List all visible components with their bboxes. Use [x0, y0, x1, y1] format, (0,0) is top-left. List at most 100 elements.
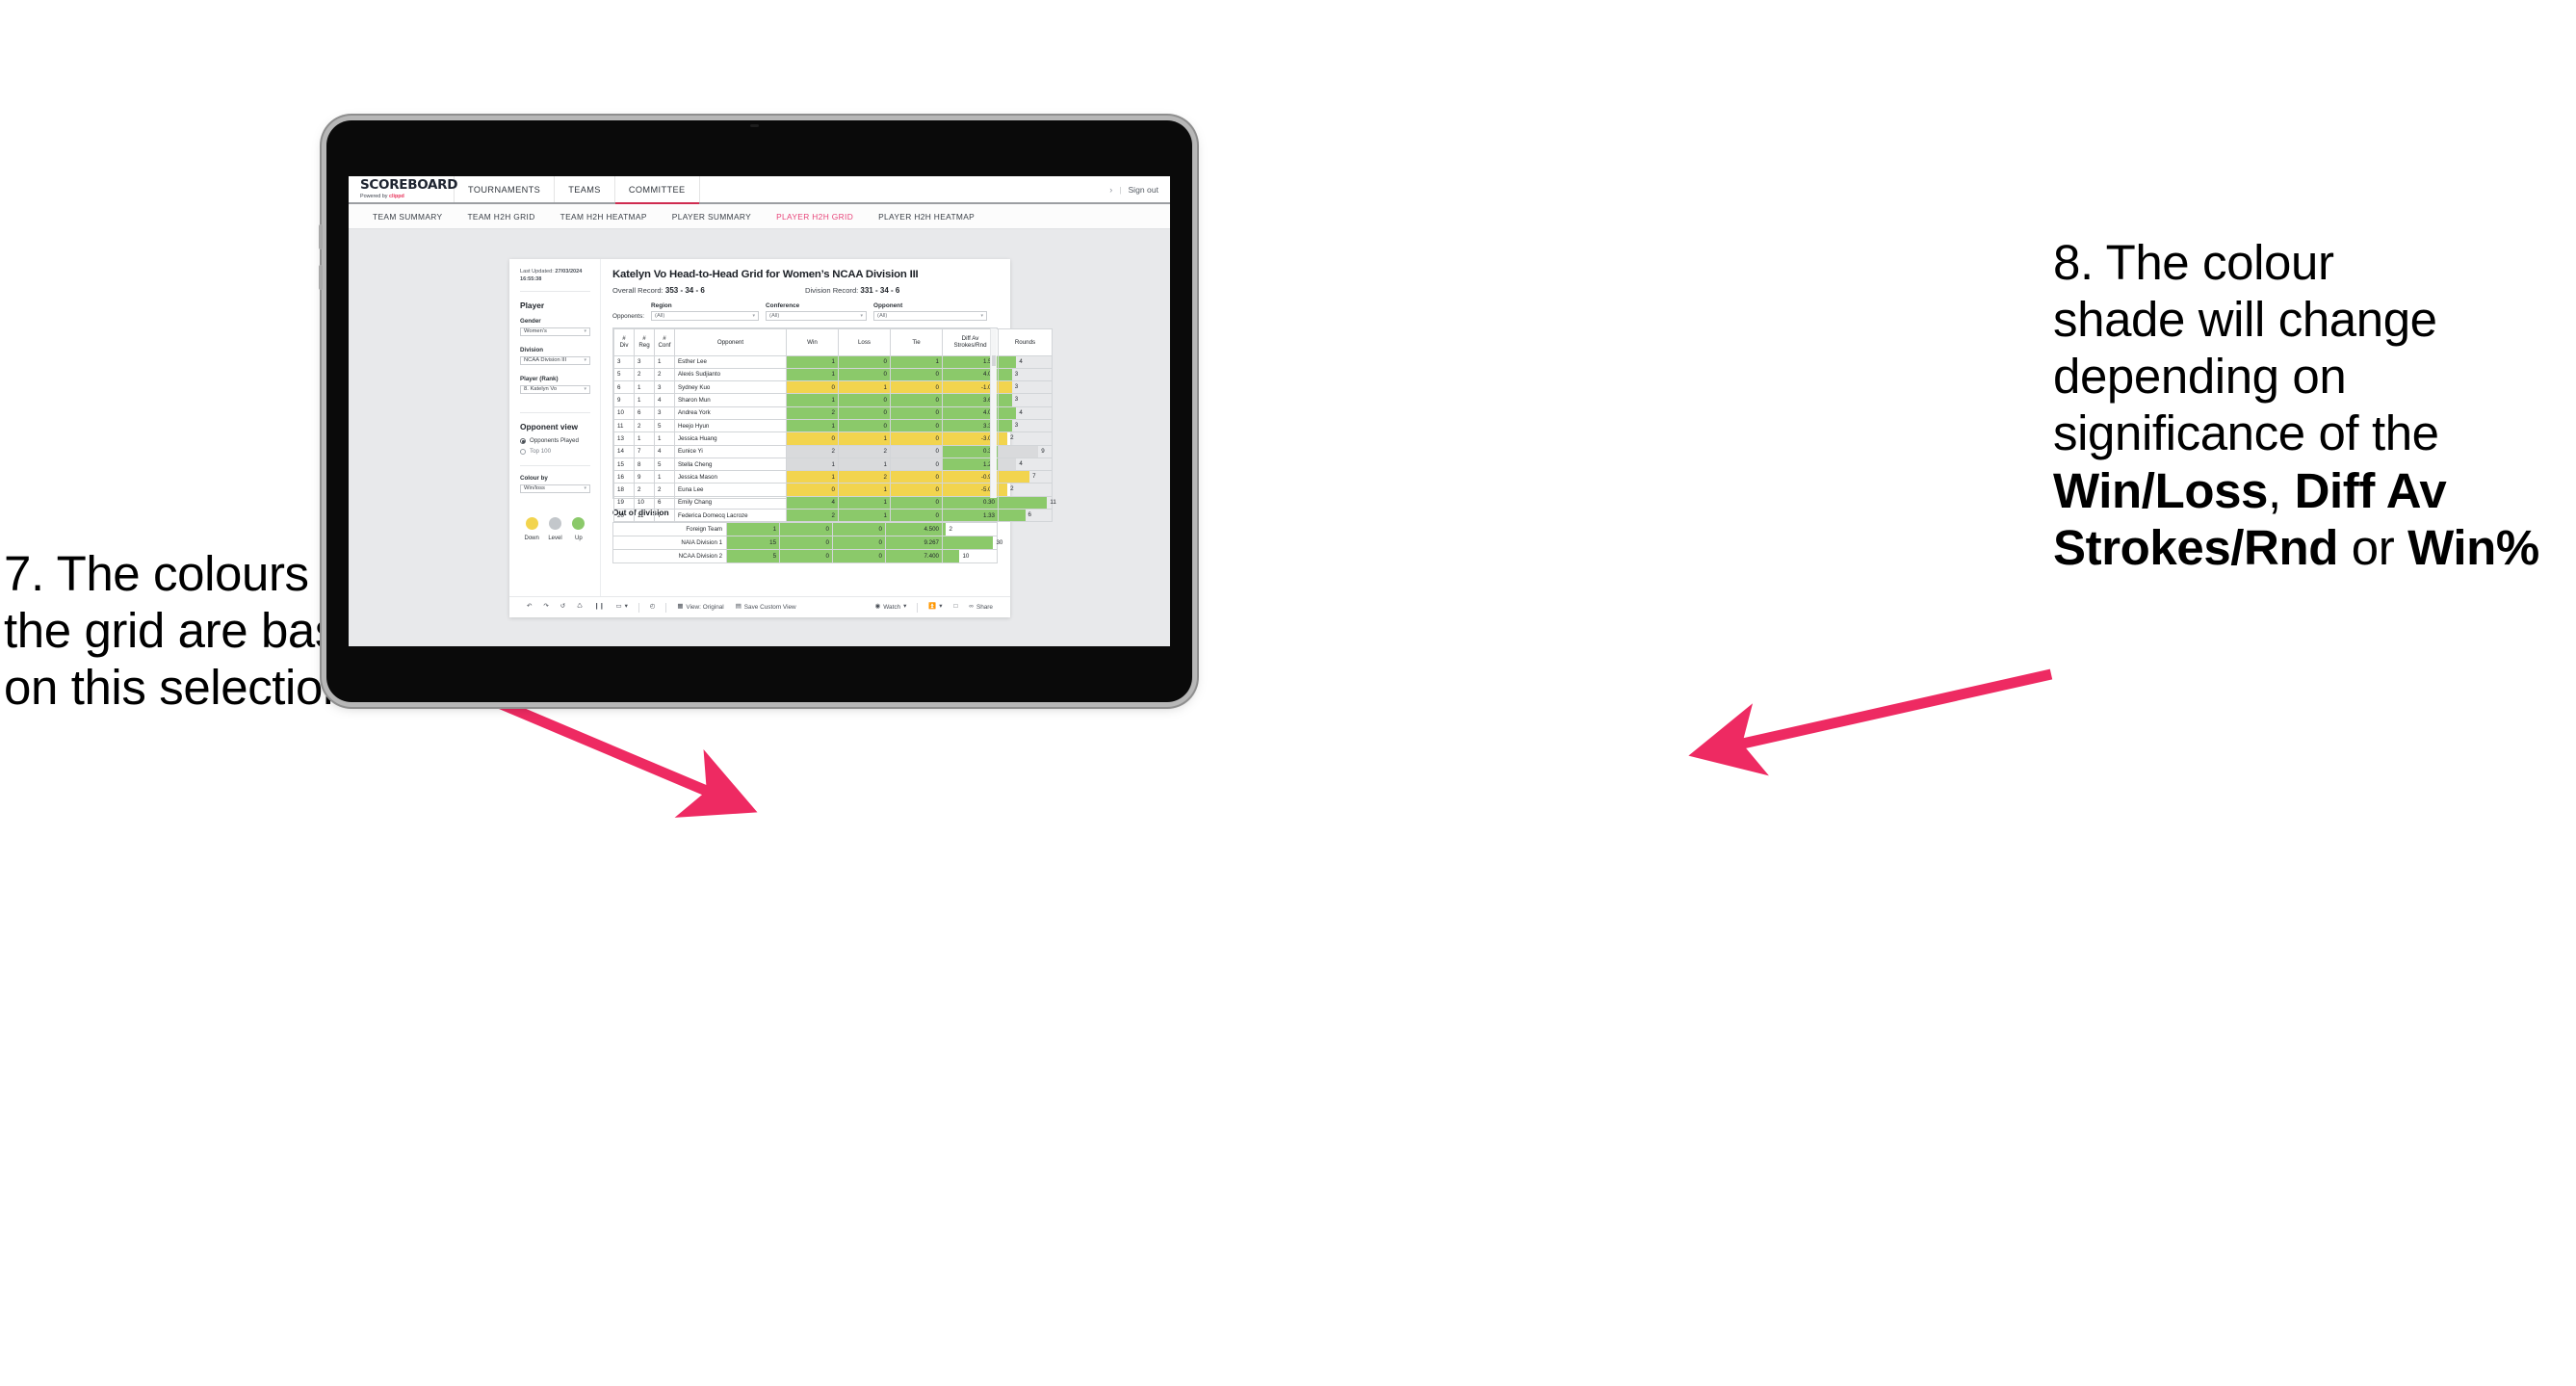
rounds-bar — [942, 536, 994, 549]
grid-header-row: # Div # Reg # Conf Opponent Win Loss Tie Diff Av St… — [613, 327, 1053, 356]
table-row[interactable]: 19 10 6 Emily Chang 4 1 0 0.30 11 — [613, 495, 1056, 510]
table-row[interactable]: 6 1 3 Sydney Kuo 0 1 0 -1.00 3 — [613, 380, 1053, 395]
legend-dot-up — [572, 517, 585, 531]
cell-loss: 1 — [838, 483, 891, 497]
table-row[interactable]: 18 2 2 Euna Lee 0 1 0 -5.00 2 — [613, 483, 1053, 497]
cell-div: 15 — [613, 457, 635, 472]
refresh-button[interactable]: ♺ — [571, 603, 588, 610]
cell-opponent: Esther Lee — [674, 354, 787, 369]
topnav-item-committee[interactable]: COMMITTEE — [614, 176, 700, 204]
subnav-item-team-h2h-grid[interactable]: TEAM H2H GRID — [455, 212, 547, 222]
topnav-item-teams[interactable]: TEAMS — [555, 176, 615, 202]
rounds-value: 11 — [1050, 498, 1056, 506]
table-row[interactable]: 15 8 5 Stella Cheng 1 1 0 1.25 4 — [613, 457, 1053, 472]
colour-by-select[interactable]: Win/loss ▾ — [520, 484, 590, 494]
cell-rounds: 3 — [998, 418, 1053, 433]
table-row[interactable]: 20 11 7 Federica Domecq Lacroze 2 1 0 1.33 6 — [613, 509, 1053, 523]
gender-select[interactable]: Women’s ▾ — [520, 327, 590, 337]
fullscreen-button[interactable]: □ — [949, 603, 964, 610]
rounds-bar — [999, 496, 1048, 510]
subnav-item-team-h2h-heatmap[interactable]: TEAM H2H HEATMAP — [548, 212, 660, 222]
view-original-button[interactable]: ▦ View: Original — [671, 603, 729, 611]
table-row[interactable]: 16 9 1 Jessica Mason 1 2 0 -0.94 7 — [613, 470, 1053, 484]
cell-div: 20 — [613, 509, 635, 523]
watch-label: Watch — [883, 604, 901, 611]
cell-win: 0 — [786, 483, 839, 497]
download-button[interactable]: ⏫ ▾ — [923, 603, 948, 610]
topnav-item-tournaments[interactable]: TOURNAMENTS — [455, 176, 556, 202]
cell-conf: 5 — [654, 418, 675, 433]
chevron-right-icon[interactable]: › — [1109, 185, 1112, 195]
cell-opponent: Emily Chang — [674, 495, 787, 510]
watch-button[interactable]: ◉ Watch ▾ — [870, 603, 913, 611]
redo-button[interactable]: ↷ — [537, 603, 554, 611]
cell-win: 15 — [726, 535, 781, 550]
out-of-division-table: Foreign Team 1 0 0 4.500 2 NAIA Division 1 15 0 0… — [611, 521, 1002, 563]
cell-opponent: Heejo Hyun — [674, 418, 787, 433]
legend-label-up: Up — [574, 536, 583, 542]
cell-reg: 2 — [634, 367, 655, 382]
filter-region-select[interactable]: (All) ▾ — [651, 311, 760, 321]
cell-win: 4 — [786, 495, 839, 510]
cell-div: 13 — [613, 431, 635, 446]
rounds-value: 2 — [949, 525, 952, 533]
player-rank-select[interactable]: 8. Katelyn Vo ▾ — [520, 384, 590, 395]
logo-wordmark: SCOREBOARD — [360, 177, 458, 193]
filter-conference-select[interactable]: (All) ▾ — [766, 311, 868, 321]
cell-opponent: Sydney Kuo — [674, 380, 787, 395]
table-row[interactable]: 10 6 3 Andrea York 2 0 0 4.00 4 — [613, 405, 1053, 420]
cell-win: 2 — [786, 509, 839, 523]
division-select[interactable]: NCAA Division III ▾ — [520, 355, 590, 366]
table-row[interactable]: 14 7 4 Eunice Yi 2 2 0 0.38 9 — [613, 444, 1053, 458]
chevron-down-icon: ▾ — [584, 386, 586, 393]
cell-loss: 1 — [838, 509, 891, 523]
table-row[interactable]: 9 1 4 Sharon Mun 1 0 0 3.67 3 — [613, 393, 1053, 407]
subnav-item-player-h2h-heatmap[interactable]: PLAYER H2H HEATMAP — [866, 212, 987, 222]
annotation-right-line2: shade will change — [2053, 292, 2437, 348]
cell-opponent: Eunice Yi — [674, 444, 787, 458]
table-row[interactable]: 13 1 1 Jessica Huang 0 1 0 -3.00 2 — [613, 431, 1053, 446]
cell-loss: 1 — [838, 380, 891, 395]
table-scrollbar[interactable] — [990, 327, 997, 498]
table-row[interactable]: NAIA Division 1 15 0 0 9.267 30 — [611, 535, 1002, 550]
table-row[interactable]: 5 2 2 Alexis Sudjianto 1 0 0 4.00 3 — [613, 367, 1053, 382]
cell-tie: 1 — [890, 354, 943, 369]
table-row[interactable]: Foreign Team 1 0 0 4.500 2 — [611, 521, 999, 536]
table-scrollbar-thumb[interactable] — [992, 354, 996, 366]
highlight-button[interactable]: ▭ ▾ — [611, 603, 634, 610]
table-row[interactable]: 11 2 5 Heejo Hyun 1 0 0 3.33 3 — [613, 418, 1053, 433]
revert-button[interactable]: ↺ — [555, 603, 571, 610]
pause-updates-button[interactable]: ◴ — [644, 603, 662, 610]
share-button[interactable]: ∞ Share — [963, 603, 999, 611]
rounds-value: 9 — [1041, 447, 1045, 455]
table-row[interactable]: NCAA Division 2 5 0 0 7.400 10 — [611, 548, 999, 563]
chevron-down-icon: ▾ — [584, 357, 586, 364]
annotation-right-line5: Win/Loss, Diff Av Strokes/Rnd or Win% — [2053, 462, 2576, 576]
rounds-bar — [999, 355, 1017, 368]
app-logo[interactable]: SCOREBOARD Powered by clippd — [349, 176, 458, 202]
save-custom-view-button[interactable]: ▤ Save Custom View — [730, 603, 802, 611]
cell-tie: 0 — [831, 521, 886, 536]
subnav-item-team-summary[interactable]: TEAM SUMMARY — [360, 212, 455, 222]
radio-top-100[interactable]: Top 100 — [520, 448, 590, 455]
opponent-filters: Opponents: Region (All) ▾ Conference (Al… — [612, 302, 998, 321]
cell-rounds: 30 — [941, 535, 1002, 550]
filter-region-value: (All) — [655, 312, 665, 319]
redo-icon: ↷ — [543, 603, 549, 611]
division-value: NCAA Division III — [524, 357, 567, 364]
table-row[interactable]: 3 3 1 Esther Lee 1 0 1 1.50 4 — [613, 354, 1053, 369]
page-title: Katelyn Vo Head-to-Head Grid for Women’s… — [612, 269, 919, 280]
division-label: Division — [520, 347, 544, 354]
sign-out-link[interactable]: Sign out — [1128, 185, 1158, 195]
cell-div: 11 — [613, 418, 635, 433]
radio-label-top-100: Top 100 — [530, 448, 552, 456]
subnav-item-player-h2h-grid[interactable]: PLAYER H2H GRID — [764, 212, 866, 222]
cell-rounds: 2 — [998, 431, 1053, 446]
legend-item-down: Down — [520, 517, 543, 541]
filter-opponent-select[interactable]: (All) ▾ — [873, 311, 988, 321]
undo-button[interactable]: ↶ — [521, 603, 537, 610]
subnav-item-player-summary[interactable]: PLAYER SUMMARY — [660, 212, 764, 222]
annotation-bold-winpct: Win% — [2407, 519, 2539, 575]
radio-opponents-played[interactable]: Opponents Played — [520, 437, 590, 444]
pause-button[interactable]: ❙❙ — [588, 603, 611, 610]
